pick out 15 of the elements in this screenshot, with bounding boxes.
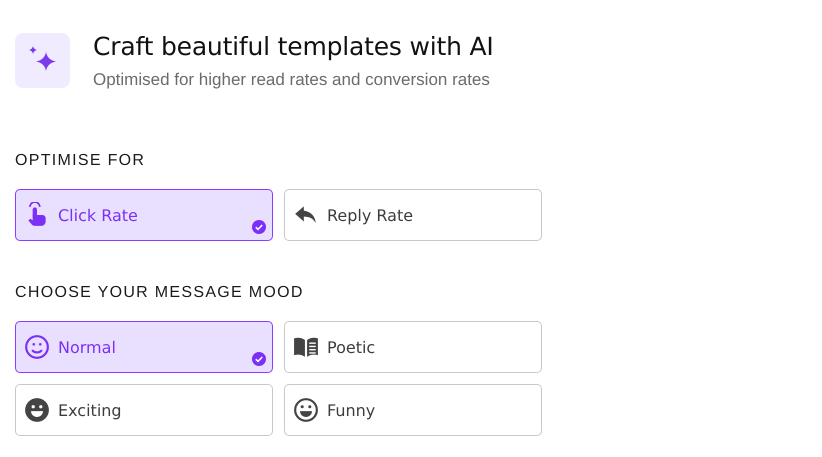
option-card[interactable]: Reply Rate xyxy=(284,189,542,241)
page-subtitle: Optimised for higher read rates and conversion rates xyxy=(93,70,491,90)
section-heading: CHOOSE YOUR MESSAGE MOOD xyxy=(15,284,305,302)
smiley-face-icon xyxy=(24,334,50,360)
check-icon xyxy=(252,352,266,366)
option-card[interactable]: Funny xyxy=(284,384,542,436)
grinning-face-icon xyxy=(24,397,50,423)
option-card[interactable]: Click Rate xyxy=(15,189,273,241)
option-card[interactable]: Normal xyxy=(15,321,273,373)
option-card[interactable]: Exciting xyxy=(15,384,273,436)
grinning-face-icon xyxy=(293,397,319,423)
page-title: Craft beautiful templates with AI xyxy=(93,33,494,61)
check-icon xyxy=(252,220,266,234)
option-card[interactable]: Poetic xyxy=(284,321,542,373)
section-heading: OPTIMISE FOR xyxy=(15,152,146,170)
